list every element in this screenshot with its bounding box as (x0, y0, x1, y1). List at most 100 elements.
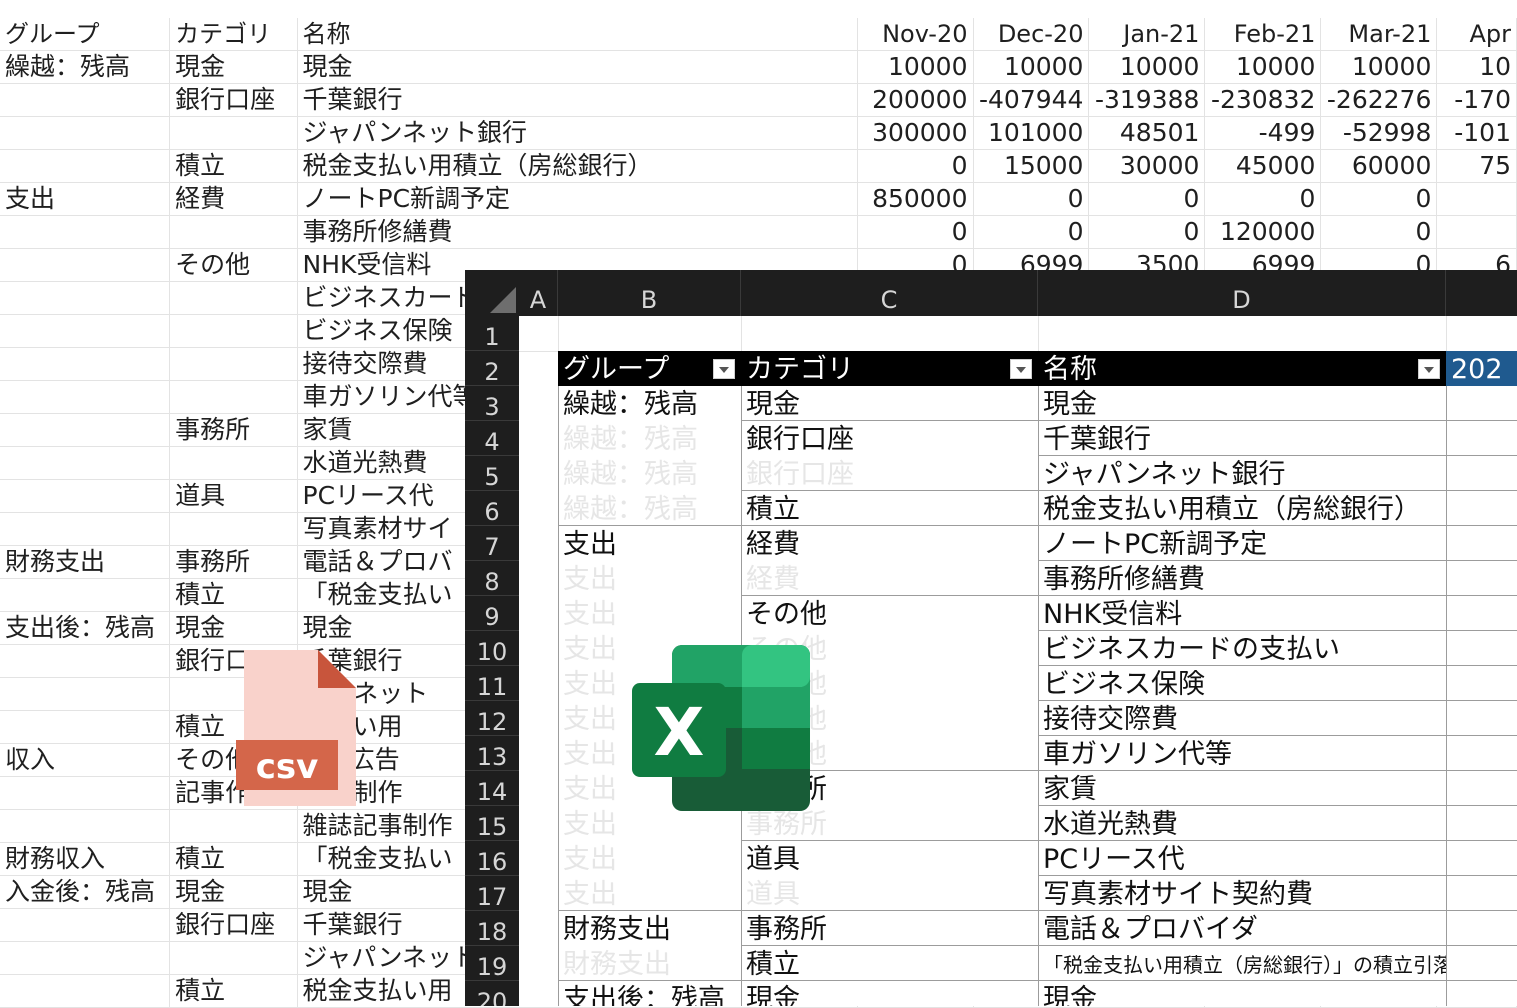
bg-cell[interactable]: 財務収入 (0, 842, 171, 876)
column-header-c[interactable]: C (741, 270, 1038, 316)
cell-name[interactable]: 写真素材サイト契約費 (1038, 876, 1446, 911)
bg-cell[interactable] (0, 710, 171, 744)
bg-header-cell[interactable]: Mar-21 (1320, 18, 1438, 51)
cell-category[interactable]: 経費 (741, 561, 1038, 596)
bg-cell[interactable]: 収入 (0, 743, 171, 777)
bg-cell[interactable] (0, 116, 171, 150)
bg-cell[interactable]: 101000 (973, 116, 1090, 150)
bg-cell[interactable]: 10 (1436, 50, 1517, 84)
bg-cell[interactable] (1436, 182, 1517, 216)
bg-cell[interactable]: 現金 (169, 611, 298, 645)
row-header-5[interactable]: 5 (465, 456, 519, 491)
bg-cell[interactable]: 現金 (169, 50, 298, 84)
cell-name[interactable]: 水道光熱費 (1038, 806, 1446, 841)
cell-name[interactable]: 現金 (1038, 386, 1446, 421)
row-header-1[interactable]: 1 (465, 316, 519, 351)
bg-cell[interactable]: 15000 (973, 149, 1090, 183)
filter-dropdown-category[interactable] (1010, 359, 1032, 379)
row-header-14[interactable]: 14 (465, 771, 519, 806)
bg-cell[interactable]: 200000 (857, 83, 974, 117)
bg-cell[interactable] (0, 149, 171, 183)
cell-category[interactable]: その他 (741, 596, 1038, 631)
row-header-18[interactable]: 18 (465, 911, 519, 946)
cell-name[interactable]: ジャパンネット銀行 (1038, 456, 1446, 491)
bg-cell[interactable]: 850000 (857, 182, 974, 216)
bg-cell[interactable]: 48501 (1088, 116, 1206, 150)
bg-cell[interactable] (0, 578, 171, 612)
bg-cell[interactable] (0, 347, 171, 381)
bg-cell[interactable] (0, 215, 171, 249)
column-header-a[interactable]: A (519, 270, 558, 316)
bg-cell[interactable]: 0 (1088, 182, 1206, 216)
bg-cell[interactable]: 120000 (1204, 215, 1322, 249)
bg-cell[interactable]: ノートPC新調予定 (297, 182, 858, 216)
bg-header-cell[interactable]: Feb-21 (1204, 18, 1322, 51)
bg-header-cell[interactable]: 名称 (297, 18, 858, 51)
bg-cell[interactable]: 現金 (297, 50, 858, 84)
bg-cell[interactable] (0, 380, 171, 414)
bg-cell[interactable] (0, 281, 171, 315)
row-header-17[interactable]: 17 (465, 876, 519, 911)
bg-cell[interactable]: 積立 (169, 578, 298, 612)
cell-category[interactable]: 銀行口座 (741, 421, 1038, 456)
bg-cell[interactable]: ジャパンネット銀行 (297, 116, 858, 150)
cell-name[interactable]: 現金 (1038, 981, 1446, 1006)
row-header-8[interactable]: 8 (465, 561, 519, 596)
cell-category[interactable]: 現金 (741, 386, 1038, 421)
bg-cell[interactable] (0, 908, 171, 942)
cell-group[interactable]: 支出 (558, 561, 741, 596)
cell-category[interactable]: 道具 (741, 841, 1038, 876)
bg-cell[interactable] (169, 941, 298, 975)
cell-name[interactable]: 電話＆プロバイダ (1038, 911, 1446, 946)
bg-cell[interactable]: -499 (1204, 116, 1322, 150)
bg-cell[interactable]: 75 (1436, 149, 1517, 183)
bg-cell[interactable]: 支出後：残高 (0, 611, 171, 645)
cell-category[interactable]: 事務所 (741, 911, 1038, 946)
bg-cell[interactable]: 10000 (857, 50, 974, 84)
row-header-9[interactable]: 9 (465, 596, 519, 631)
bg-cell[interactable]: 道具 (169, 479, 298, 513)
bg-cell[interactable] (169, 512, 298, 546)
bg-cell[interactable] (0, 941, 171, 975)
bg-cell[interactable]: 税金支払い用積立（房総銀行） (297, 149, 858, 183)
bg-cell[interactable]: 0 (1320, 215, 1438, 249)
bg-cell[interactable]: -52998 (1320, 116, 1438, 150)
bg-cell[interactable]: 財務支出 (0, 545, 171, 579)
bg-cell[interactable]: 事務所 (169, 545, 298, 579)
bg-cell[interactable]: 10000 (1088, 50, 1206, 84)
bg-cell[interactable]: 積立 (169, 149, 298, 183)
cell-category[interactable]: 事務所 (741, 806, 1038, 841)
row-header-11[interactable]: 11 (465, 666, 519, 701)
bg-cell[interactable]: 10000 (1320, 50, 1438, 84)
cell-group[interactable]: 支出 (558, 876, 741, 911)
cell-group[interactable]: 財務支出 (558, 946, 741, 981)
bg-cell[interactable] (0, 809, 171, 843)
bg-cell[interactable]: 0 (857, 215, 974, 249)
row-header-16[interactable]: 16 (465, 841, 519, 876)
bg-cell[interactable]: 30000 (1088, 149, 1206, 183)
bg-cell[interactable]: -262276 (1320, 83, 1438, 117)
bg-cell[interactable]: 45000 (1204, 149, 1322, 183)
cell-name[interactable]: ビジネス保険 (1038, 666, 1446, 701)
bg-cell[interactable] (169, 809, 298, 843)
row-header-4[interactable]: 4 (465, 421, 519, 456)
cell-name[interactable]: NHK受信料 (1038, 596, 1446, 631)
cell-group[interactable]: 財務支出 (558, 911, 741, 946)
bg-cell[interactable] (169, 446, 298, 480)
bg-cell[interactable]: 現金 (169, 875, 298, 909)
bg-cell[interactable] (0, 479, 171, 513)
bg-cell[interactable]: 支出 (0, 182, 171, 216)
column-header-d[interactable]: D (1038, 270, 1446, 316)
row-header-19[interactable]: 19 (465, 946, 519, 981)
bg-cell[interactable] (0, 644, 171, 678)
row-header-2[interactable]: 2 (465, 351, 519, 386)
bg-cell[interactable]: -230832 (1204, 83, 1322, 117)
cell-category[interactable]: 道具 (741, 876, 1038, 911)
table-header-category[interactable]: カテゴリ (741, 351, 1038, 386)
bg-cell[interactable]: 銀行口座 (169, 83, 298, 117)
row-header-15[interactable]: 15 (465, 806, 519, 841)
bg-cell[interactable]: 事務所修繕費 (297, 215, 858, 249)
table-header-name[interactable]: 名称 (1038, 351, 1446, 386)
cell-name[interactable]: 千葉銀行 (1038, 421, 1446, 456)
bg-cell[interactable] (169, 380, 298, 414)
